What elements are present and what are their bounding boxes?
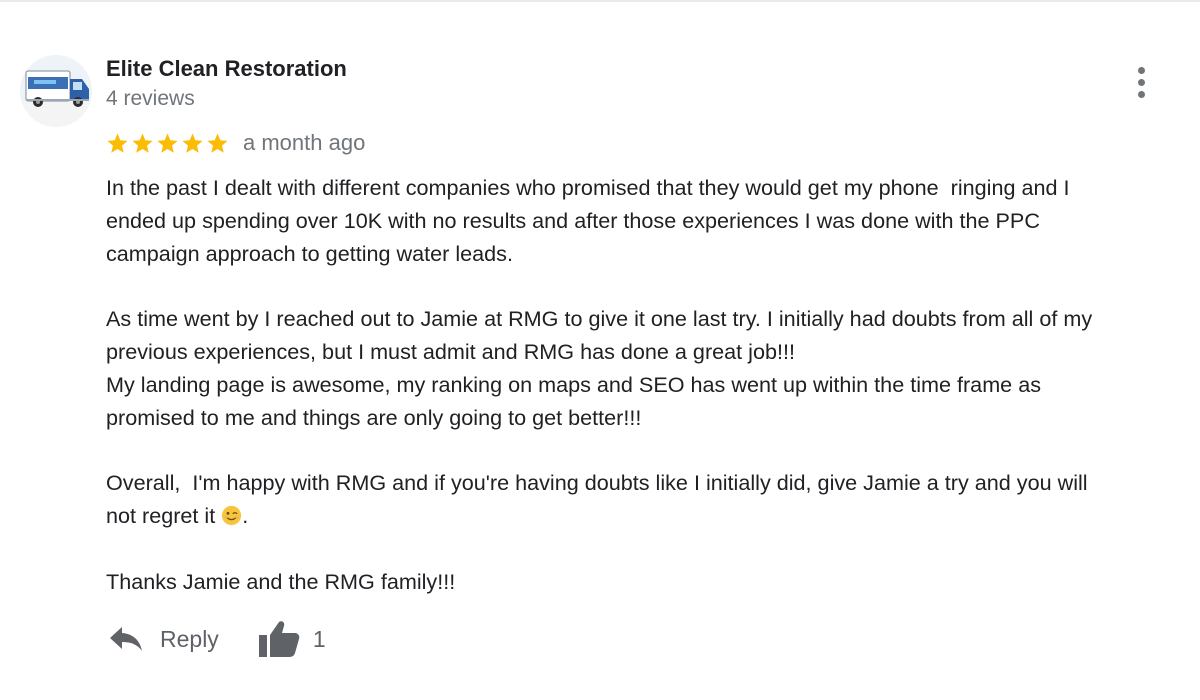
rating-row: a month ago: [106, 129, 365, 157]
review-line: In the past I dealt with different compa…: [106, 175, 1070, 200]
review-line-text: not regret it: [106, 502, 222, 528]
review-text: In the past I dealt with different compa…: [106, 172, 1196, 598]
reply-label: Reply: [160, 625, 219, 652]
star-icon: [107, 132, 128, 153]
review-line: My landing page is awesome, my ranking o…: [106, 371, 1041, 397]
reply-button[interactable]: Reply: [108, 623, 219, 655]
review-line: not regret it .: [106, 500, 1196, 533]
star-icon: [207, 132, 228, 153]
review-date: a month ago: [243, 130, 366, 155]
review-paragraph: Thanks Jamie and the RMG family!!!: [106, 566, 1196, 599]
review-line-text: .: [242, 502, 249, 528]
review-line: Overall, I'm happy with RMG and if you'r…: [106, 470, 1088, 496]
winking-face-emoji-icon: [222, 505, 242, 526]
review-paragraph: Overall, I'm happy with RMG and if you'r…: [106, 467, 1196, 533]
thumbs-up-icon: [258, 621, 300, 657]
review-line: campaign approach to getting water leads…: [106, 240, 513, 266]
reviewer-name[interactable]: Elite Clean Restoration: [106, 55, 347, 83]
star-icon: [132, 132, 153, 153]
like-button[interactable]: 1: [257, 619, 326, 659]
review-actions: Reply 1: [108, 618, 326, 660]
review-line: ended up spending over 10K with no resul…: [106, 207, 1040, 233]
top-divider: [0, 0, 1200, 2]
reply-icon: [110, 627, 142, 651]
review-line: As time went by I reached out to Jamie a…: [106, 306, 1093, 332]
reviewer-review-count[interactable]: 4 reviews: [106, 86, 195, 112]
review-line: promised to me and things are only going…: [106, 404, 642, 430]
reviewer-avatar[interactable]: [20, 55, 92, 127]
star-icon: [157, 132, 178, 153]
more-vert-icon-dot: [1138, 79, 1145, 86]
star-icon: [182, 132, 203, 153]
review-line: Thanks Jamie and the RMG family!!!: [106, 568, 456, 594]
more-vert-icon: [1138, 67, 1145, 74]
van-avatar-icon: [20, 55, 92, 127]
star-rating: [106, 132, 229, 155]
more-vert-icon-dot: [1138, 91, 1145, 98]
more-options-button[interactable]: [1124, 62, 1160, 102]
review-paragraph: As time went by I reached out to Jamie a…: [106, 303, 1196, 434]
review-paragraph: In the past I dealt with different compa…: [106, 172, 1196, 270]
like-count: 1: [312, 625, 326, 652]
review-line: previous experiences, but I must admit a…: [106, 338, 795, 364]
